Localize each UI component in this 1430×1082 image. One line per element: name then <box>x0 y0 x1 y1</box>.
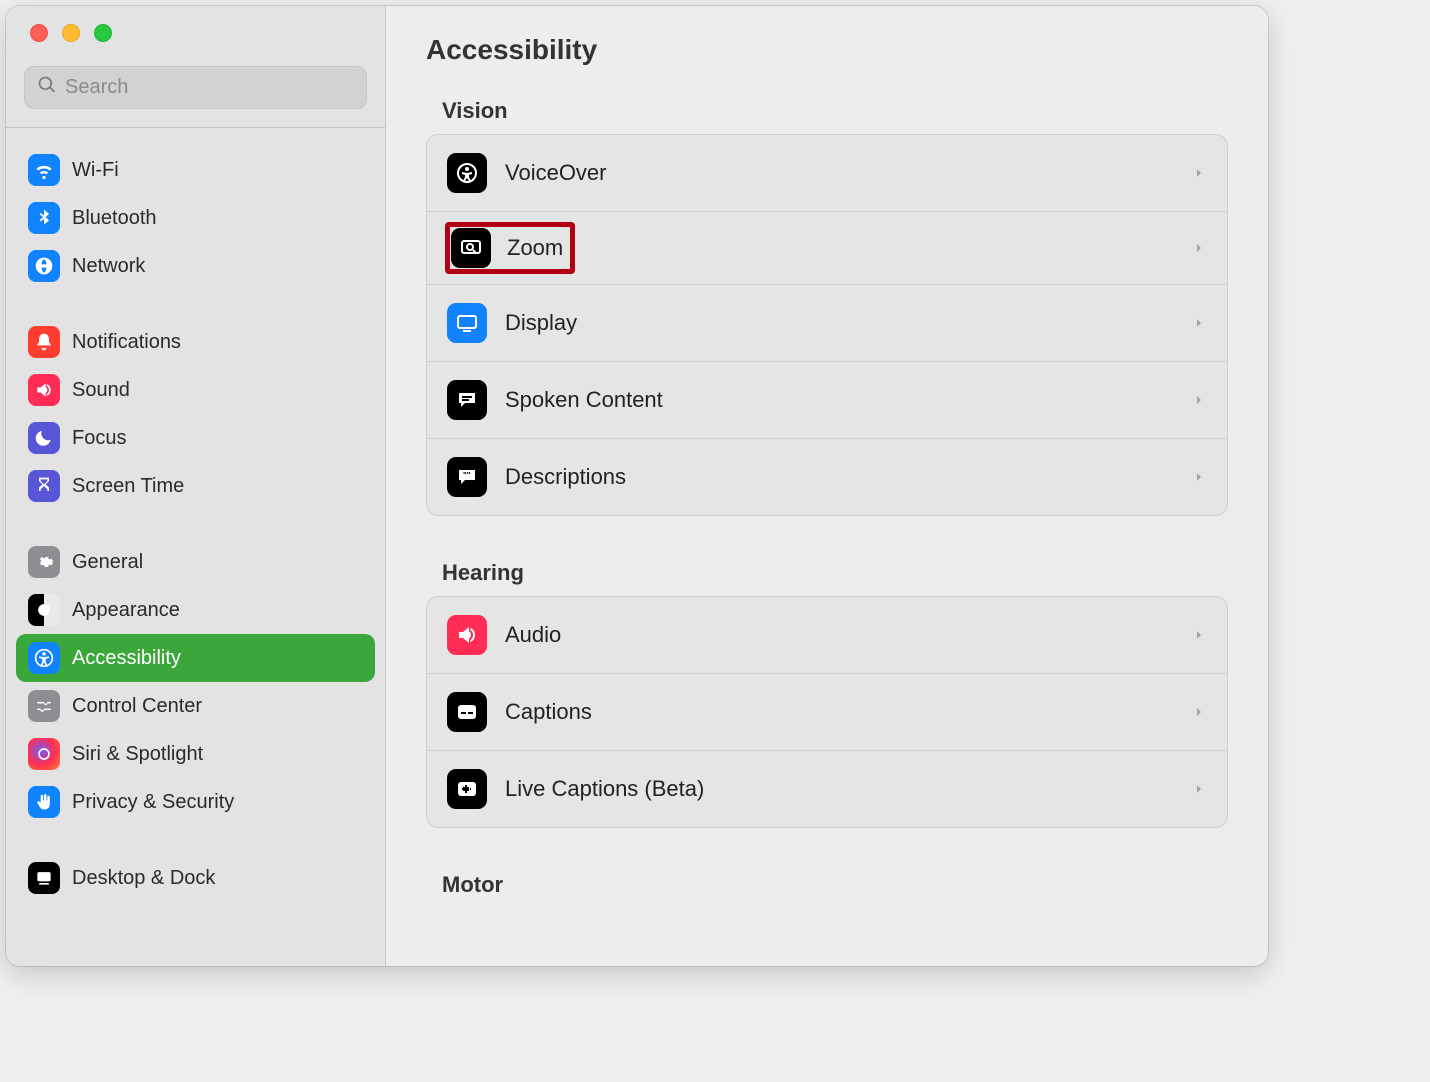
sidebar-item-notifications[interactable]: Notifications <box>16 318 375 366</box>
sidebar-group-desktop: Desktop & Dock <box>16 854 375 902</box>
chevron-right-icon <box>1191 165 1207 181</box>
sidebar-item-label: Desktop & Dock <box>72 867 215 890</box>
main-content: Accessibility Vision VoiceOver Zoom <box>386 6 1268 966</box>
sidebar: Wi-Fi Bluetooth Network <box>6 6 386 966</box>
sidebar-group-notifications: Notifications Sound Focus <box>16 318 375 510</box>
sidebar-item-siri-spotlight[interactable]: Siri & Spotlight <box>16 730 375 778</box>
section-group-vision: VoiceOver Zoom Display <box>426 134 1228 516</box>
sidebar-item-label: Sound <box>72 379 130 402</box>
gear-icon <box>28 546 60 578</box>
sidebar-item-label: Accessibility <box>72 647 181 670</box>
sidebar-item-focus[interactable]: Focus <box>16 414 375 462</box>
sidebar-item-privacy-security[interactable]: Privacy & Security <box>16 778 375 826</box>
sidebar-item-label: General <box>72 551 143 574</box>
chevron-right-icon <box>1191 469 1207 485</box>
audio-icon <box>447 615 487 655</box>
sidebar-divider <box>6 127 385 128</box>
row-label: Live Captions (Beta) <box>505 776 1173 802</box>
speaker-icon <box>28 374 60 406</box>
row-voiceover[interactable]: VoiceOver <box>427 135 1227 211</box>
chevron-right-icon <box>1191 240 1207 256</box>
sidebar-item-label: Notifications <box>72 331 181 354</box>
window-controls <box>6 24 385 42</box>
sliders-icon <box>28 690 60 722</box>
sidebar-item-accessibility[interactable]: Accessibility <box>16 634 375 682</box>
row-label: VoiceOver <box>505 160 1173 186</box>
sidebar-group-network: Wi-Fi Bluetooth Network <box>16 146 375 290</box>
chevron-right-icon <box>1191 392 1207 408</box>
settings-window: Wi-Fi Bluetooth Network <box>6 6 1268 966</box>
row-label: Audio <box>505 622 1173 648</box>
sidebar-item-sound[interactable]: Sound <box>16 366 375 414</box>
sidebar-item-label: Wi-Fi <box>72 159 119 182</box>
section-label-vision: Vision <box>442 98 1212 124</box>
wifi-icon <box>28 154 60 186</box>
sidebar-item-desktop-dock[interactable]: Desktop & Dock <box>16 854 375 902</box>
row-label: Spoken Content <box>505 387 1173 413</box>
dock-icon <box>28 862 60 894</box>
chevron-right-icon <box>1191 627 1207 643</box>
waveform-icon <box>447 769 487 809</box>
svg-text:"": "" <box>463 471 471 480</box>
zoom-icon <box>451 228 491 268</box>
row-audio[interactable]: Audio <box>427 597 1227 673</box>
sidebar-item-label: Network <box>72 255 145 278</box>
bluetooth-icon <box>28 202 60 234</box>
sidebar-item-screen-time[interactable]: Screen Time <box>16 462 375 510</box>
quote-bubble-icon: "" <box>447 457 487 497</box>
row-label: Captions <box>505 699 1173 725</box>
sidebar-item-general[interactable]: General <box>16 538 375 586</box>
row-live-captions[interactable]: Live Captions (Beta) <box>427 750 1227 827</box>
sidebar-item-network[interactable]: Network <box>16 242 375 290</box>
bell-icon <box>28 326 60 358</box>
hourglass-icon <box>28 470 60 502</box>
fullscreen-window-button[interactable] <box>94 24 112 42</box>
siri-icon <box>28 738 60 770</box>
accessibility-icon <box>28 642 60 674</box>
sidebar-item-bluetooth[interactable]: Bluetooth <box>16 194 375 242</box>
chevron-right-icon <box>1191 315 1207 331</box>
sidebar-item-label: Screen Time <box>72 475 184 498</box>
sidebar-item-appearance[interactable]: Appearance <box>16 586 375 634</box>
display-icon <box>447 303 487 343</box>
sidebar-item-label: Siri & Spotlight <box>72 743 203 766</box>
speech-bubble-icon <box>447 380 487 420</box>
row-captions[interactable]: Captions <box>427 673 1227 750</box>
section-label-hearing: Hearing <box>442 560 1212 586</box>
highlight-box: Zoom <box>447 224 573 272</box>
search-field[interactable] <box>24 66 367 109</box>
search-input[interactable] <box>65 76 354 99</box>
row-descriptions[interactable]: "" Descriptions <box>427 438 1227 515</box>
sidebar-item-wifi[interactable]: Wi-Fi <box>16 146 375 194</box>
page-title: Accessibility <box>426 34 1228 66</box>
moon-icon <box>28 422 60 454</box>
voiceover-icon <box>447 153 487 193</box>
sidebar-group-system: General Appearance Accessibility <box>16 538 375 826</box>
section-group-hearing: Audio Captions Live Captions (Beta) <box>426 596 1228 828</box>
chevron-right-icon <box>1191 781 1207 797</box>
sidebar-item-label: Focus <box>72 427 126 450</box>
section-label-motor: Motor <box>442 872 1212 898</box>
row-zoom[interactable]: Zoom <box>427 211 1227 284</box>
search-icon <box>37 75 57 100</box>
chevron-right-icon <box>1191 704 1207 720</box>
captions-icon <box>447 692 487 732</box>
sidebar-item-label: Control Center <box>72 695 202 718</box>
row-label: Zoom <box>507 235 563 261</box>
close-window-button[interactable] <box>30 24 48 42</box>
row-label: Display <box>505 310 1173 336</box>
row-label: Descriptions <box>505 464 1173 490</box>
sidebar-item-label: Bluetooth <box>72 207 157 230</box>
sidebar-item-label: Privacy & Security <box>72 791 234 814</box>
hand-icon <box>28 786 60 818</box>
appearance-icon <box>28 594 60 626</box>
row-display[interactable]: Display <box>427 284 1227 361</box>
sidebar-item-control-center[interactable]: Control Center <box>16 682 375 730</box>
sidebar-item-label: Appearance <box>72 599 180 622</box>
row-spoken-content[interactable]: Spoken Content <box>427 361 1227 438</box>
globe-icon <box>28 250 60 282</box>
minimize-window-button[interactable] <box>62 24 80 42</box>
